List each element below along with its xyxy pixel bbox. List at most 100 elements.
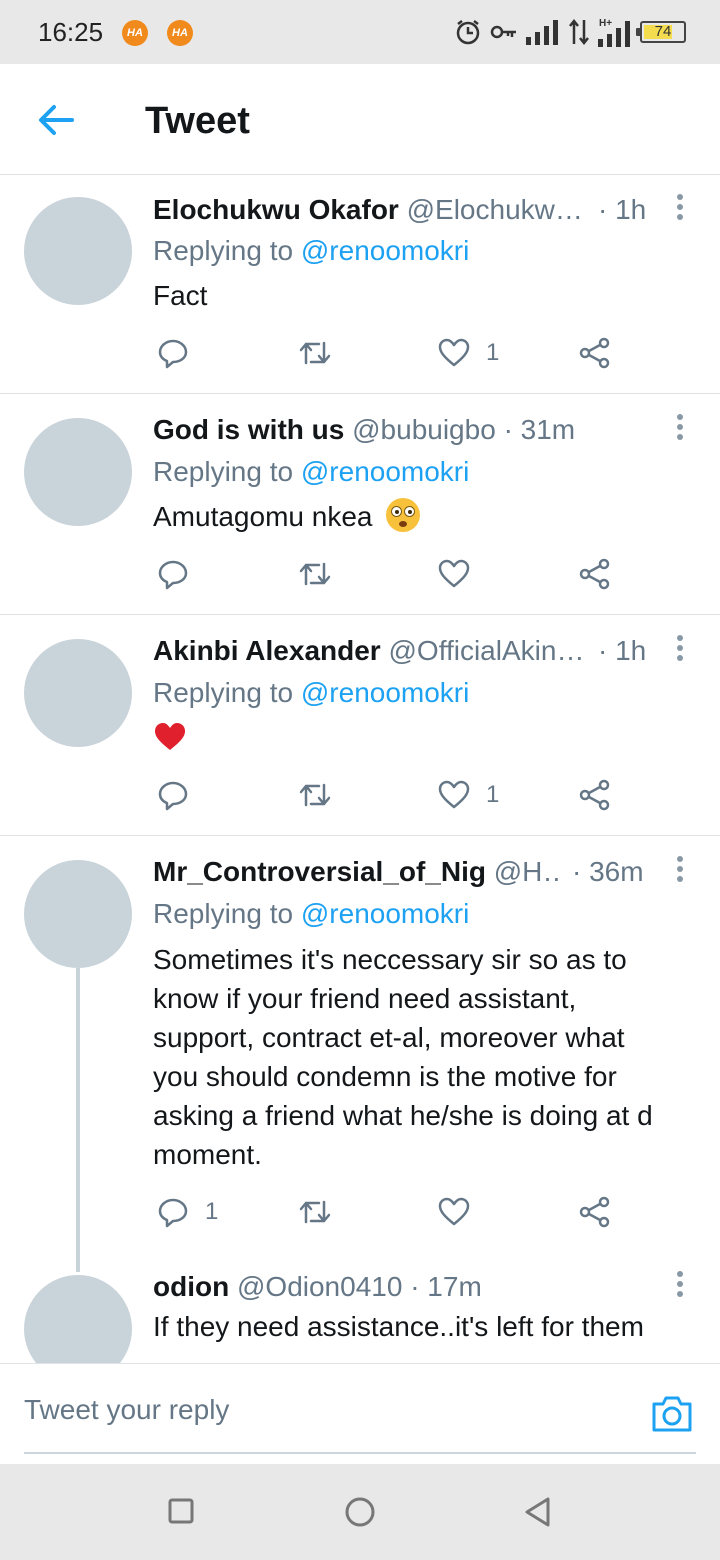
reply-count: 1	[205, 1198, 219, 1225]
reply-button[interactable]	[157, 775, 205, 815]
retweet-icon	[298, 781, 332, 809]
tweet-text: If they need assistance..it's left for t…	[153, 1311, 644, 1342]
avatar[interactable]	[24, 418, 132, 526]
reply-icon	[157, 1196, 189, 1228]
avatar[interactable]	[24, 860, 132, 968]
arrow-left-icon[interactable]	[36, 102, 76, 138]
reply-button[interactable]	[157, 333, 205, 373]
more-options-icon[interactable]	[668, 852, 692, 892]
tweet-author-handle[interactable]: @Elochukw…	[407, 194, 583, 225]
like-count: 1	[486, 781, 500, 808]
avatar[interactable]	[24, 197, 132, 305]
like-button[interactable]: 1	[438, 775, 499, 815]
camera-icon[interactable]	[650, 1394, 694, 1434]
tweet-author-name[interactable]: Akinbi Alexander	[153, 635, 381, 666]
like-button[interactable]	[438, 554, 486, 594]
retweet-button[interactable]	[298, 775, 348, 815]
mention-link[interactable]: @renoomokri	[301, 456, 469, 487]
share-icon	[579, 779, 611, 811]
system-nav-bar	[0, 1464, 720, 1560]
flushed-face-emoji-icon	[386, 498, 421, 532]
reply-icon	[157, 779, 189, 811]
data-arrows-icon	[568, 18, 590, 46]
share-button[interactable]	[579, 333, 611, 373]
avatar[interactable]	[24, 639, 132, 747]
alarm-icon	[454, 18, 482, 46]
status-time: 16:25	[38, 17, 104, 47]
retweet-icon	[298, 1198, 332, 1226]
tweet-timestamp: · 31m	[503, 414, 576, 445]
tweet-header: Elochukwu Okafor @Elochukw…	[153, 190, 653, 230]
tweet-item[interactable]: God is with us @bubuigbo · 31m Replying …	[0, 394, 720, 615]
recents-square-icon[interactable]	[166, 1496, 198, 1528]
tweet-timestamp: · 1h	[598, 194, 647, 225]
battery-icon: 74	[636, 21, 686, 43]
tweet-author-handle[interactable]: @OfficialAkin…	[388, 635, 584, 666]
mention-link[interactable]: @renoomokri	[301, 677, 469, 708]
tweet-text: Sometimes it's neccessary sir so as to k…	[153, 940, 698, 1174]
replying-to: Replying to @renoomokri	[153, 894, 469, 934]
tweet-author-name[interactable]: Mr_Controversial_of_Nig	[153, 856, 486, 887]
tweet-author-name[interactable]: odion	[153, 1271, 229, 1302]
back-triangle-icon[interactable]	[522, 1496, 554, 1528]
tweet-item[interactable]: Akinbi Alexander @OfficialAkin… · 1h Rep…	[0, 615, 720, 836]
reply-composer: Tweet your reply	[0, 1363, 720, 1464]
tweet-text-line: asking a friend what he/she is doing at …	[153, 1100, 653, 1131]
tweet-text: Amutagomu nkea	[153, 497, 698, 536]
tweet-item[interactable]: Elochukwu Okafor @Elochukw… · 1h Replyin…	[0, 176, 720, 394]
replying-to-label: Replying to	[153, 677, 294, 708]
like-button[interactable]	[438, 1192, 486, 1232]
share-icon	[579, 337, 611, 369]
retweet-icon	[298, 339, 332, 367]
app-header: Tweet	[0, 64, 720, 175]
retweet-button[interactable]	[298, 333, 348, 373]
page-title: Tweet	[145, 100, 250, 142]
more-options-icon[interactable]	[668, 190, 692, 230]
tweet-actions: 1	[0, 333, 720, 373]
more-options-icon[interactable]	[668, 410, 692, 450]
mention-link[interactable]: @renoomokri	[301, 235, 469, 266]
red-heart-emoji-icon	[153, 723, 187, 758]
tweet-item[interactable]: Mr_Controversial_of_Nig @H… · 36m Replyi…	[0, 836, 720, 1383]
retweet-button[interactable]	[298, 1192, 348, 1232]
retweet-icon	[298, 560, 332, 588]
share-icon	[579, 558, 611, 590]
heart-icon	[438, 1197, 470, 1227]
tweet-header: God is with us @bubuigbo · 31m	[153, 410, 653, 450]
replying-to: Replying to @renoomokri	[153, 231, 469, 271]
replying-to-label: Replying to	[153, 898, 294, 929]
battery-level: 74	[654, 23, 672, 40]
like-button[interactable]: 1	[438, 333, 499, 373]
replying-to: Replying to @renoomokri	[153, 452, 469, 492]
replying-to-label: Replying to	[153, 235, 294, 266]
heart-icon	[438, 338, 470, 368]
tweet-text: Fact	[153, 280, 208, 311]
tweet-author-name[interactable]: Elochukwu Okafor	[153, 194, 399, 225]
mention-link[interactable]: @renoomokri	[301, 898, 469, 929]
share-button[interactable]	[579, 775, 611, 815]
reply-icon	[157, 558, 189, 590]
share-button[interactable]	[579, 554, 611, 594]
tweet-timestamp: · 17m	[410, 1271, 482, 1302]
retweet-button[interactable]	[298, 554, 348, 594]
status-icons: H+ 74	[454, 16, 686, 48]
like-count: 1	[486, 339, 500, 366]
share-button[interactable]	[579, 1192, 611, 1232]
more-options-icon[interactable]	[668, 631, 692, 671]
more-options-icon[interactable]	[668, 1267, 692, 1307]
svg-text:H+: H+	[599, 18, 612, 29]
tweet-actions: 1	[0, 1192, 720, 1232]
status-bar: 16:25 HA HA H+ 74	[0, 0, 720, 64]
home-circle-icon[interactable]	[344, 1496, 376, 1528]
tweet-author-handle[interactable]: @H…	[494, 856, 563, 887]
tweet-actions: 1	[0, 775, 720, 815]
reply-button[interactable]	[157, 554, 205, 594]
tweet-header: Akinbi Alexander @OfficialAkin…	[153, 631, 653, 671]
tweet-author-name[interactable]: God is with us	[153, 414, 344, 445]
tweet-author-handle[interactable]: @Odion0410	[237, 1271, 402, 1302]
notification-badge-icon: HA	[167, 20, 193, 46]
reply-input[interactable]: Tweet your reply	[24, 1394, 229, 1426]
tweet-author-handle[interactable]: @bubuigbo	[352, 414, 496, 445]
tweet-timestamp: · 36m	[572, 856, 644, 887]
reply-button[interactable]: 1	[157, 1192, 218, 1232]
